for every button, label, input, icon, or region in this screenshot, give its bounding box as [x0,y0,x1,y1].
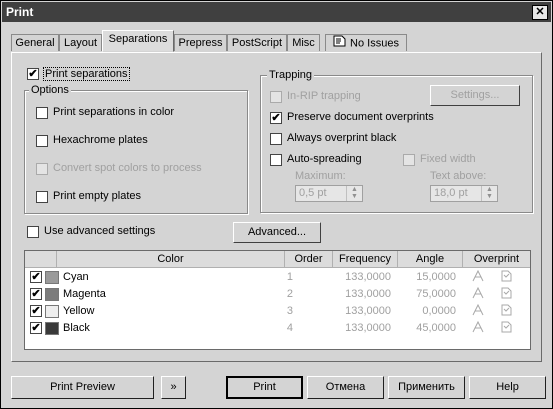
color-swatch [45,305,59,318]
maximum-spinner[interactable]: 0,5 pt ▲ ▼ [295,185,363,202]
spinner-arrows-icon[interactable]: ▲ ▼ [481,186,497,201]
table-header-order[interactable]: Order [285,251,333,268]
hexachrome-checkbox[interactable] [36,135,48,147]
title-bar[interactable]: Print ✕ [2,2,551,22]
tab-no-issues-label: No Issues [350,37,399,50]
angle-value[interactable]: 15,0000 [398,269,456,286]
preserve-overprints-checkbox[interactable]: ✔ [270,112,282,124]
separations-in-color-label[interactable]: Print separations in color [53,106,174,118]
angle-value[interactable]: 0,0000 [398,303,456,320]
apply-button[interactable]: Применить [388,376,465,399]
overprint-graphic-icon[interactable] [499,303,513,320]
print-dialog: Print ✕ General Layout Separations Prepr… [0,0,553,409]
row-checkbox[interactable]: ✔ [30,322,42,334]
overprint-text-icon[interactable] [471,269,485,286]
angle-value[interactable]: 75,0000 [398,286,456,303]
table-row[interactable]: ✔ Yellow 3 133,0000 0,0000 [25,303,530,320]
tab-separations[interactable]: Separations [102,30,174,52]
advanced-settings-checkbox[interactable] [27,226,39,238]
text-above-label: Text above: [430,170,487,182]
expand-preview-button[interactable]: » [161,376,186,399]
maximum-label: Maximum: [295,170,346,182]
cancel-button[interactable]: Отмена [307,376,384,399]
fixed-width-label[interactable]: Fixed width [420,153,476,165]
table-header-frequency[interactable]: Frequency [333,251,398,268]
overprint-text-icon[interactable] [471,320,485,337]
frequency-value[interactable]: 133,0000 [333,269,391,286]
empty-plates-checkbox[interactable] [36,191,48,203]
empty-plates-label[interactable]: Print empty plates [53,190,141,202]
hexachrome-label[interactable]: Hexachrome plates [53,134,148,146]
issues-icon [333,35,346,52]
tab-layout[interactable]: Layout [59,34,102,51]
tab-misc[interactable]: Misc [287,34,320,51]
row-checkbox[interactable]: ✔ [30,271,42,283]
print-separations-label[interactable]: Print separations [43,67,130,81]
table-row[interactable]: ✔ Cyan 1 133,0000 15,0000 [25,269,530,286]
close-button[interactable]: ✕ [532,5,548,20]
color-name: Cyan [63,271,89,283]
angle-value[interactable]: 45,0000 [398,320,456,337]
spinner-arrows-icon[interactable]: ▲ ▼ [346,186,362,201]
print-separations-checkbox[interactable]: ✔ [27,68,39,80]
frequency-value[interactable]: 133,0000 [333,286,391,303]
auto-spreading-label[interactable]: Auto-spreading [287,153,362,165]
table-header-overprint[interactable]: Overprint [463,251,530,268]
table-header-check [25,251,57,268]
print-preview-button[interactable]: Print Preview [11,376,154,399]
color-swatch [45,288,59,301]
tab-general[interactable]: General [11,34,59,51]
maximum-value: 0,5 pt [299,187,327,199]
overprint-graphic-icon[interactable] [499,269,513,286]
table-header-color[interactable]: Color [57,251,285,268]
table-row[interactable]: ✔ Black 4 133,0000 45,0000 [25,320,530,337]
trapping-settings-button[interactable]: Settings... [430,85,520,106]
tab-prepress[interactable]: Prepress [174,34,227,51]
order-value: 2 [286,288,293,300]
text-above-value: 18,0 pt [434,187,468,199]
table-row[interactable]: ✔ Magenta 2 133,0000 75,0000 [25,286,530,303]
row-checkbox[interactable]: ✔ [30,288,42,300]
in-rip-trapping-checkbox[interactable] [270,91,282,103]
overprint-graphic-icon[interactable] [499,320,513,337]
in-rip-trapping-label[interactable]: In-RIP trapping [287,90,361,102]
color-name: Black [63,322,90,334]
text-above-spinner[interactable]: 18,0 pt ▲ ▼ [430,185,498,202]
tab-no-issues[interactable]: No Issues [325,34,407,51]
overprint-text-icon[interactable] [471,286,485,303]
convert-spot-label[interactable]: Convert spot colors to process [53,162,202,174]
table-header-angle[interactable]: Angle [398,251,463,268]
tab-postscript[interactable]: PostScript [227,34,287,51]
window-title: Print [6,5,34,19]
advanced-button[interactable]: Advanced... [233,222,321,243]
preserve-overprints-label[interactable]: Preserve document overprints [287,111,434,123]
overprint-graphic-icon[interactable] [499,286,513,303]
frequency-value[interactable]: 133,0000 [333,303,391,320]
print-button[interactable]: Print [226,376,303,399]
always-overprint-black-checkbox[interactable] [270,133,282,145]
color-name: Yellow [63,305,95,317]
color-swatch [45,271,59,284]
advanced-settings-label[interactable]: Use advanced settings [44,225,155,237]
auto-spreading-checkbox[interactable] [270,154,282,166]
overprint-text-icon[interactable] [471,303,485,320]
order-value: 4 [286,322,293,334]
order-value: 3 [286,305,293,317]
separations-panel: ✔ Print separations Options Print separa… [11,52,542,362]
convert-spot-checkbox[interactable] [36,163,48,175]
separations-table: Color Order Frequency Angle Overprint ✔ … [24,250,531,350]
order-value: 1 [286,271,293,283]
color-swatch [45,322,59,335]
color-name: Magenta [63,288,106,300]
options-group-title: Options [29,84,71,96]
trapping-group-title: Trapping [267,69,315,81]
fixed-width-checkbox[interactable] [403,154,415,166]
help-button[interactable]: Help [469,376,546,399]
separations-in-color-checkbox[interactable] [36,107,48,119]
row-checkbox[interactable]: ✔ [30,305,42,317]
frequency-value[interactable]: 133,0000 [333,320,391,337]
always-overprint-black-label[interactable]: Always overprint black [287,132,396,144]
